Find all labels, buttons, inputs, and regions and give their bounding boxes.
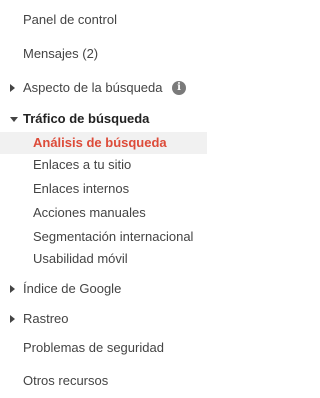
- nav-item-panel-de-control[interactable]: Panel de control: [0, 9, 207, 31]
- nav-item-label: Rastreo: [23, 311, 69, 326]
- nav-item-problemas-de-seguridad[interactable]: Problemas de seguridad: [0, 337, 207, 359]
- nav-subitem-acciones-manuales[interactable]: Acciones manuales: [0, 202, 207, 224]
- nav-item-label: Enlaces a tu sitio: [33, 157, 132, 172]
- nav-subitem-enlaces-a-tu-sitio[interactable]: Enlaces a tu sitio: [0, 154, 207, 176]
- nav-item-mensajes[interactable]: Mensajes (2): [0, 43, 207, 65]
- nav-item-rastreo[interactable]: Rastreo: [0, 308, 207, 330]
- info-icon[interactable]: i: [172, 81, 186, 95]
- nav-item-label: Enlaces internos: [33, 181, 130, 196]
- nav-subitem-analisis-de-busqueda[interactable]: Análisis de búsqueda: [0, 132, 207, 154]
- nav-item-label: Problemas de seguridad: [23, 340, 164, 355]
- chevron-right-icon[interactable]: [10, 84, 15, 92]
- nav-item-label: Acciones manuales: [33, 205, 146, 220]
- nav-item-trafico-de-busqueda[interactable]: Tráfico de búsqueda: [0, 108, 207, 130]
- nav-item-indice-de-google[interactable]: Índice de Google: [0, 278, 207, 300]
- nav-item-label: Análisis de búsqueda: [33, 135, 167, 150]
- nav-item-otros-recursos[interactable]: Otros recursos: [0, 370, 207, 392]
- nav-item-label: Panel de control: [23, 12, 117, 27]
- nav-item-label: Índice de Google: [23, 281, 122, 296]
- nav-item-label: Aspecto de la búsqueda: [23, 80, 163, 95]
- nav-item-label: Usabilidad móvil: [33, 251, 128, 266]
- nav-subitem-enlaces-internos[interactable]: Enlaces internos: [0, 178, 207, 200]
- nav-subitem-segmentacion-internacional[interactable]: Segmentación internacional: [0, 226, 207, 248]
- chevron-right-icon[interactable]: [10, 285, 15, 293]
- nav-item-label: Otros recursos: [23, 373, 109, 388]
- nav-item-label: Tráfico de búsqueda: [23, 111, 150, 126]
- chevron-right-icon[interactable]: [10, 315, 15, 323]
- nav-item-label: Mensajes (2): [23, 46, 99, 61]
- nav-item-label: Segmentación internacional: [33, 229, 194, 244]
- nav-item-aspecto-de-la-busqueda[interactable]: Aspecto de la búsqueda i: [0, 77, 207, 99]
- nav-subitem-usabilidad-movil[interactable]: Usabilidad móvil: [0, 248, 207, 270]
- chevron-down-icon[interactable]: [10, 117, 18, 122]
